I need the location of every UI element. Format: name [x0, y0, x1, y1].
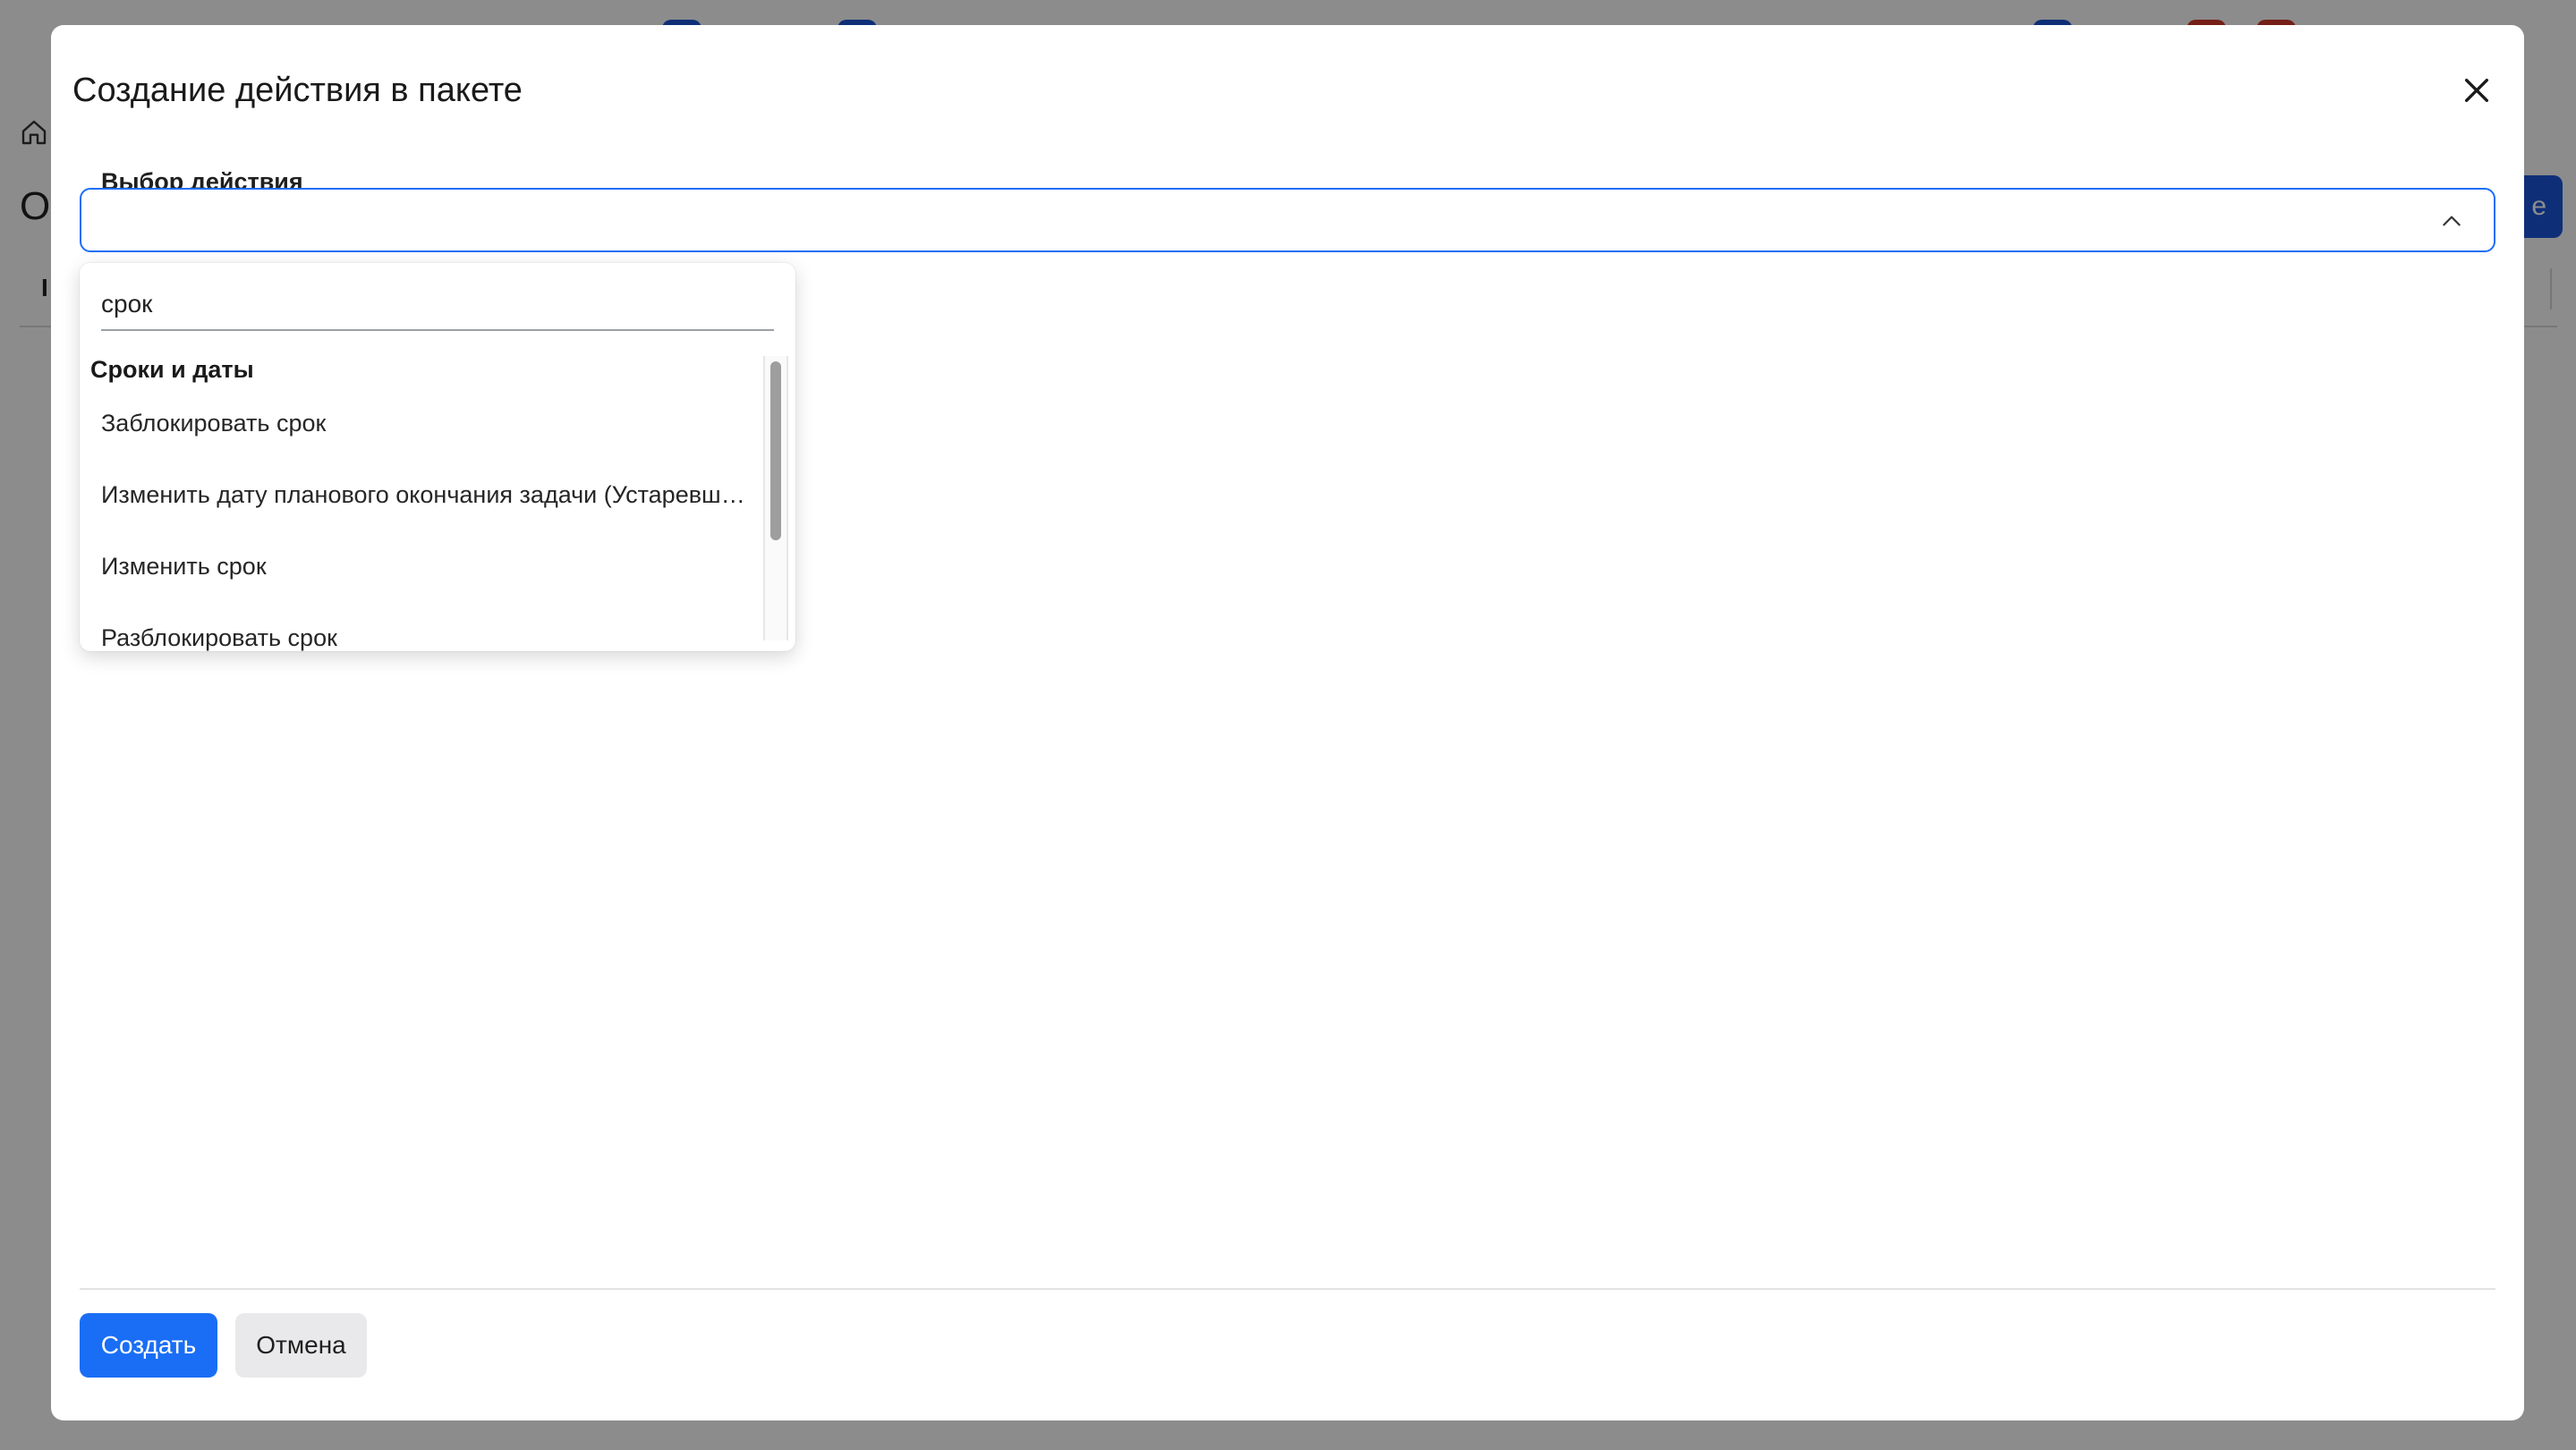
close-button[interactable]: [2453, 66, 2501, 114]
dropdown-scrollbar[interactable]: [763, 356, 788, 640]
dropdown-option[interactable]: Заблокировать срок: [101, 410, 745, 437]
cancel-button[interactable]: Отмена: [235, 1313, 367, 1378]
footer-divider: [80, 1288, 2495, 1290]
dropdown-search-input[interactable]: [101, 279, 774, 331]
chevron-up-icon[interactable]: [2440, 209, 2463, 233]
close-icon: [2464, 78, 2489, 103]
dropdown-option[interactable]: Изменить дату планового окончания задачи…: [101, 481, 745, 509]
dropdown-option[interactable]: Изменить срок: [101, 553, 745, 581]
create-button[interactable]: Создать: [80, 1313, 217, 1378]
dropdown-scrollbar-thumb[interactable]: [770, 361, 781, 540]
dropdown-option[interactable]: Разблокировать срок: [101, 624, 745, 651]
action-select[interactable]: [80, 188, 2495, 252]
dropdown-group-label: Сроки и даты: [90, 356, 254, 383]
create-action-modal: Создание действия в пакете Выбор действи…: [51, 25, 2524, 1420]
action-dropdown: Сроки и даты Заблокировать срок Изменить…: [80, 263, 795, 651]
modal-title: Создание действия в пакете: [72, 72, 523, 109]
dropdown-options-list: Сроки и даты Заблокировать срок Изменить…: [80, 345, 763, 651]
